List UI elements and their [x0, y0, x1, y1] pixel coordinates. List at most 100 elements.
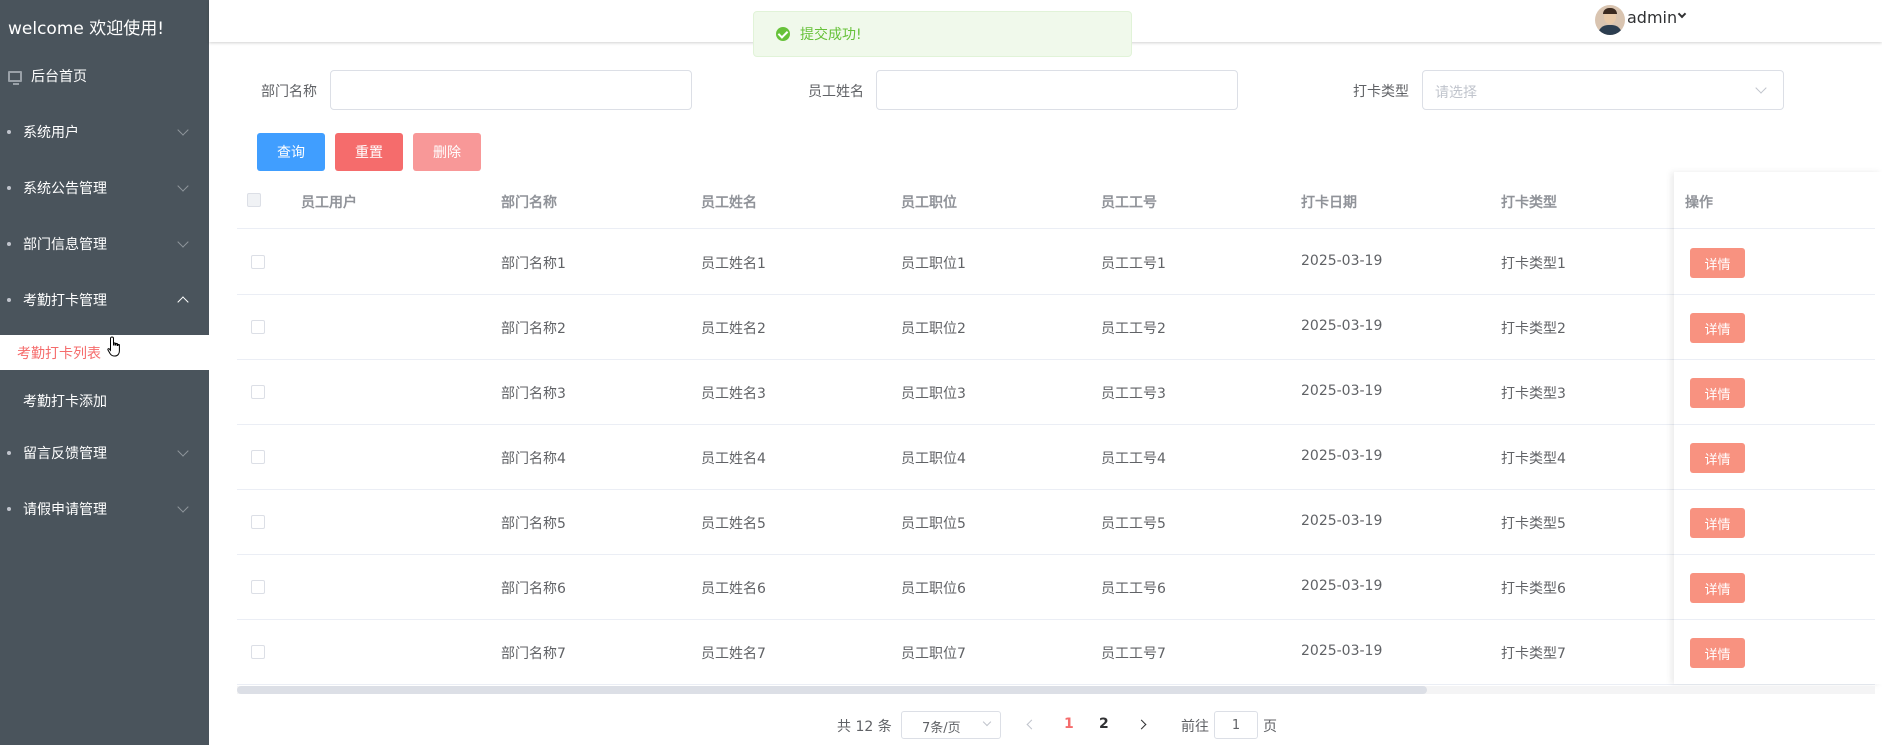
sidebar-item-attendance[interactable]: 考勤打卡管理: [0, 280, 209, 320]
cell-date: 2025-03-19: [1301, 253, 1383, 269]
app-root: welcome 欢迎使用! 后台首页 系统用户 系统公告管理 部门信息管理 考勤…: [0, 0, 1882, 745]
page-number-2[interactable]: 2: [1099, 716, 1109, 732]
row-checkbox[interactable]: [251, 385, 265, 399]
page-size-select[interactable]: 7条/页: [901, 711, 1001, 739]
cell-date: 2025-03-19: [1301, 383, 1383, 399]
sidebar-item-department[interactable]: 部门信息管理: [0, 224, 209, 264]
avatar[interactable]: [1595, 5, 1625, 35]
cell-number: 员工工号6: [1101, 581, 1166, 597]
row-checkbox[interactable]: [251, 320, 265, 334]
goto-suffix: 页: [1263, 719, 1277, 735]
cell-dept: 部门名称4: [501, 451, 566, 467]
row-checkbox[interactable]: [251, 515, 265, 529]
cell-position: 员工职位6: [901, 581, 966, 597]
col-header-number: 员工工号: [1101, 195, 1157, 211]
bullet-icon: [7, 451, 11, 455]
table-row: 部门名称2 员工姓名2 员工职位2 员工工号2 2025-03-19 打卡类型2…: [237, 295, 1875, 360]
sidebar-subitem-attendance-add[interactable]: 考勤打卡添加: [0, 381, 209, 421]
sidebar-item-label: 考勤打卡管理: [23, 293, 107, 309]
chevron-down-icon: [1755, 82, 1767, 94]
delete-button[interactable]: 删除: [413, 133, 481, 171]
sidebar-item-home[interactable]: 后台首页: [0, 56, 209, 96]
cell-position: 员工职位2: [901, 321, 966, 337]
chevron-down-icon: [177, 236, 189, 248]
row-checkbox[interactable]: [251, 580, 265, 594]
cell-type: 打卡类型5: [1501, 516, 1566, 532]
cell-date: 2025-03-19: [1301, 643, 1383, 659]
type-label: 打卡类型: [1353, 84, 1409, 100]
cell-date: 2025-03-19: [1301, 318, 1383, 334]
dept-input[interactable]: [330, 70, 692, 110]
query-button[interactable]: 查询: [257, 133, 325, 171]
cell-number: 员工工号1: [1101, 256, 1166, 272]
hand-cursor-icon: [107, 336, 120, 357]
cell-name: 员工姓名5: [701, 516, 766, 532]
cell-position: 员工职位5: [901, 516, 966, 532]
col-header-position: 员工职位: [901, 195, 957, 211]
cell-name: 员工姓名1: [701, 256, 766, 272]
cell-number: 员工工号5: [1101, 516, 1166, 532]
horizontal-scrollbar[interactable]: [237, 686, 1875, 694]
row-checkbox[interactable]: [251, 255, 265, 269]
cell-dept: 部门名称6: [501, 581, 566, 597]
row-checkbox[interactable]: [251, 450, 265, 464]
chevron-down-icon: [177, 501, 189, 513]
caret-down-icon[interactable]: [1677, 9, 1687, 19]
sidebar-item-leave[interactable]: 请假申请管理: [0, 489, 209, 529]
col-header-date: 打卡日期: [1301, 195, 1357, 211]
prev-page-icon[interactable]: [1026, 719, 1037, 730]
cell-dept: 部门名称5: [501, 516, 566, 532]
cell-name: 员工姓名6: [701, 581, 766, 597]
reset-button[interactable]: 重置: [335, 133, 403, 171]
sidebar-subitem-attendance-list[interactable]: 考勤打卡列表: [0, 335, 209, 370]
name-input[interactable]: [876, 70, 1238, 110]
chevron-up-icon: [177, 296, 189, 308]
sidebar-item-feedback[interactable]: 留言反馈管理: [0, 433, 209, 473]
row-checkbox[interactable]: [251, 645, 265, 659]
cell-dept: 部门名称7: [501, 646, 566, 662]
cell-dept: 部门名称2: [501, 321, 566, 337]
col-header-name: 员工姓名: [701, 195, 757, 211]
cell-name: 员工姓名7: [701, 646, 766, 662]
cell-name: 员工姓名4: [701, 451, 766, 467]
cell-type: 打卡类型7: [1501, 646, 1566, 662]
welcome-text: welcome 欢迎使用!: [8, 19, 165, 39]
monitor-icon: [8, 70, 22, 85]
col-header-type: 打卡类型: [1501, 195, 1557, 211]
page-size-value: 7条/页: [922, 721, 961, 736]
cell-date: 2025-03-19: [1301, 448, 1383, 464]
table-row: 部门名称3 员工姓名3 员工职位3 员工工号3 2025-03-19 打卡类型3…: [237, 360, 1875, 425]
cell-position: 员工职位3: [901, 386, 966, 402]
type-select[interactable]: 请选择: [1422, 70, 1784, 110]
cell-position: 员工职位1: [901, 256, 966, 272]
cell-number: 员工工号3: [1101, 386, 1166, 402]
chevron-down-icon: [177, 124, 189, 136]
page-number-1[interactable]: 1: [1064, 716, 1074, 732]
fixed-action-column-shadow: [1674, 172, 1882, 684]
pagination-total: 共 12 条: [837, 719, 892, 735]
cell-date: 2025-03-19: [1301, 513, 1383, 529]
bullet-icon: [7, 242, 11, 246]
chevron-down-icon: [177, 445, 189, 457]
cell-name: 员工姓名3: [701, 386, 766, 402]
cell-number: 员工工号4: [1101, 451, 1166, 467]
scrollbar-thumb[interactable]: [237, 686, 1427, 694]
sidebar-item-label: 部门信息管理: [23, 237, 107, 253]
cell-type: 打卡类型2: [1501, 321, 1566, 337]
sidebar-item-label: 请假申请管理: [23, 502, 107, 518]
sidebar-item-notice[interactable]: 系统公告管理: [0, 168, 209, 208]
cell-type: 打卡类型3: [1501, 386, 1566, 402]
cell-number: 员工工号7: [1101, 646, 1166, 662]
sidebar-item-label: 系统公告管理: [23, 181, 107, 197]
table-header: 员工用户 部门名称 员工姓名 员工职位 员工工号 打卡日期 打卡类型 操作: [237, 175, 1875, 229]
user-menu[interactable]: admin: [1627, 8, 1677, 27]
sidebar-item-system-users[interactable]: 系统用户: [0, 112, 209, 152]
select-all-checkbox[interactable]: [247, 193, 261, 207]
goto-prefix: 前往: [1181, 719, 1209, 735]
col-header-user: 员工用户: [301, 195, 357, 211]
next-page-icon[interactable]: [1136, 719, 1147, 730]
goto-page-input[interactable]: [1214, 711, 1258, 739]
cell-type: 打卡类型4: [1501, 451, 1566, 467]
chevron-down-icon: [177, 180, 189, 192]
cell-number: 员工工号2: [1101, 321, 1166, 337]
